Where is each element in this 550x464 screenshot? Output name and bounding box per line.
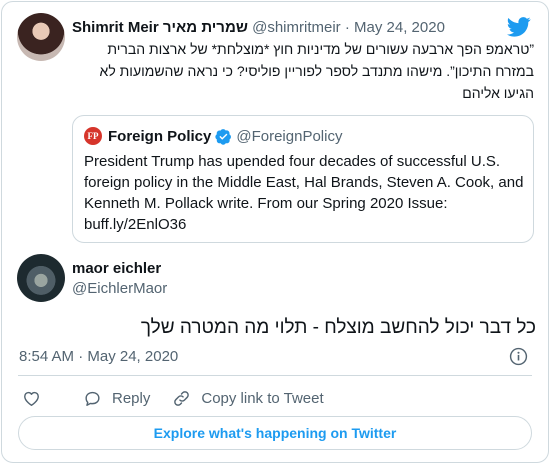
quoted-tweet-header: FP Foreign Policy @ForeignPolicy xyxy=(84,127,342,145)
parent-author-name[interactable]: Shimrit Meir שמרית מאיר xyxy=(72,19,248,36)
like-button[interactable] xyxy=(22,389,41,408)
main-author-handle[interactable]: @EichlerMaor xyxy=(72,280,167,297)
speech-bubble-icon xyxy=(85,391,100,406)
twitter-bird-icon[interactable] xyxy=(507,17,531,37)
verified-badge-icon xyxy=(215,128,232,145)
tweet-timestamp[interactable]: 8:54 AM · May 24, 2020 xyxy=(19,348,178,365)
heart-icon xyxy=(24,391,39,406)
parent-author-handle[interactable]: @shimritmeir xyxy=(252,19,341,36)
foreign-policy-logo: FP xyxy=(84,127,102,145)
main-author-name[interactable]: maor eichler xyxy=(72,260,161,277)
info-icon[interactable] xyxy=(509,347,528,366)
reply-label: Reply xyxy=(112,389,151,407)
quoted-tweet-text: President Trump has upended four decades… xyxy=(84,153,524,233)
quoted-author-name: Foreign Policy xyxy=(108,127,212,145)
parent-tweet-text: ”טראמפ הפך ארבעה עשורים של מדיניות חוץ *… xyxy=(99,41,534,101)
quoted-author-handle: @ForeignPolicy xyxy=(236,127,343,145)
copy-link-label: Copy link to Tweet xyxy=(201,389,324,407)
parent-tweet-header: Shimrit Meir שמרית מאיר @shimritmeir · M… xyxy=(72,19,445,36)
parent-tweet-date[interactable]: May 24, 2020 xyxy=(354,19,445,36)
copy-link-button[interactable]: Copy link to Tweet xyxy=(172,389,324,408)
reply-button[interactable]: Reply xyxy=(83,389,150,408)
header-separator: · xyxy=(340,19,355,36)
link-icon xyxy=(174,390,190,406)
tweet-embed-card: Shimrit Meir שמרית מאיר @shimritmeir · M… xyxy=(1,1,549,463)
explore-twitter-button[interactable]: Explore what's happening on Twitter xyxy=(18,416,532,450)
quoted-tweet[interactable]: FP Foreign Policy @ForeignPolicy Preside… xyxy=(72,115,534,243)
tweet-actions: Reply Copy link to Tweet xyxy=(22,387,324,409)
main-author-avatar[interactable] xyxy=(17,254,65,302)
parent-author-avatar[interactable] xyxy=(17,13,65,61)
main-tweet-text: כל דבר יכול להחשב מוצלח - תלוי מה המטרה … xyxy=(140,317,536,338)
divider xyxy=(18,375,532,376)
